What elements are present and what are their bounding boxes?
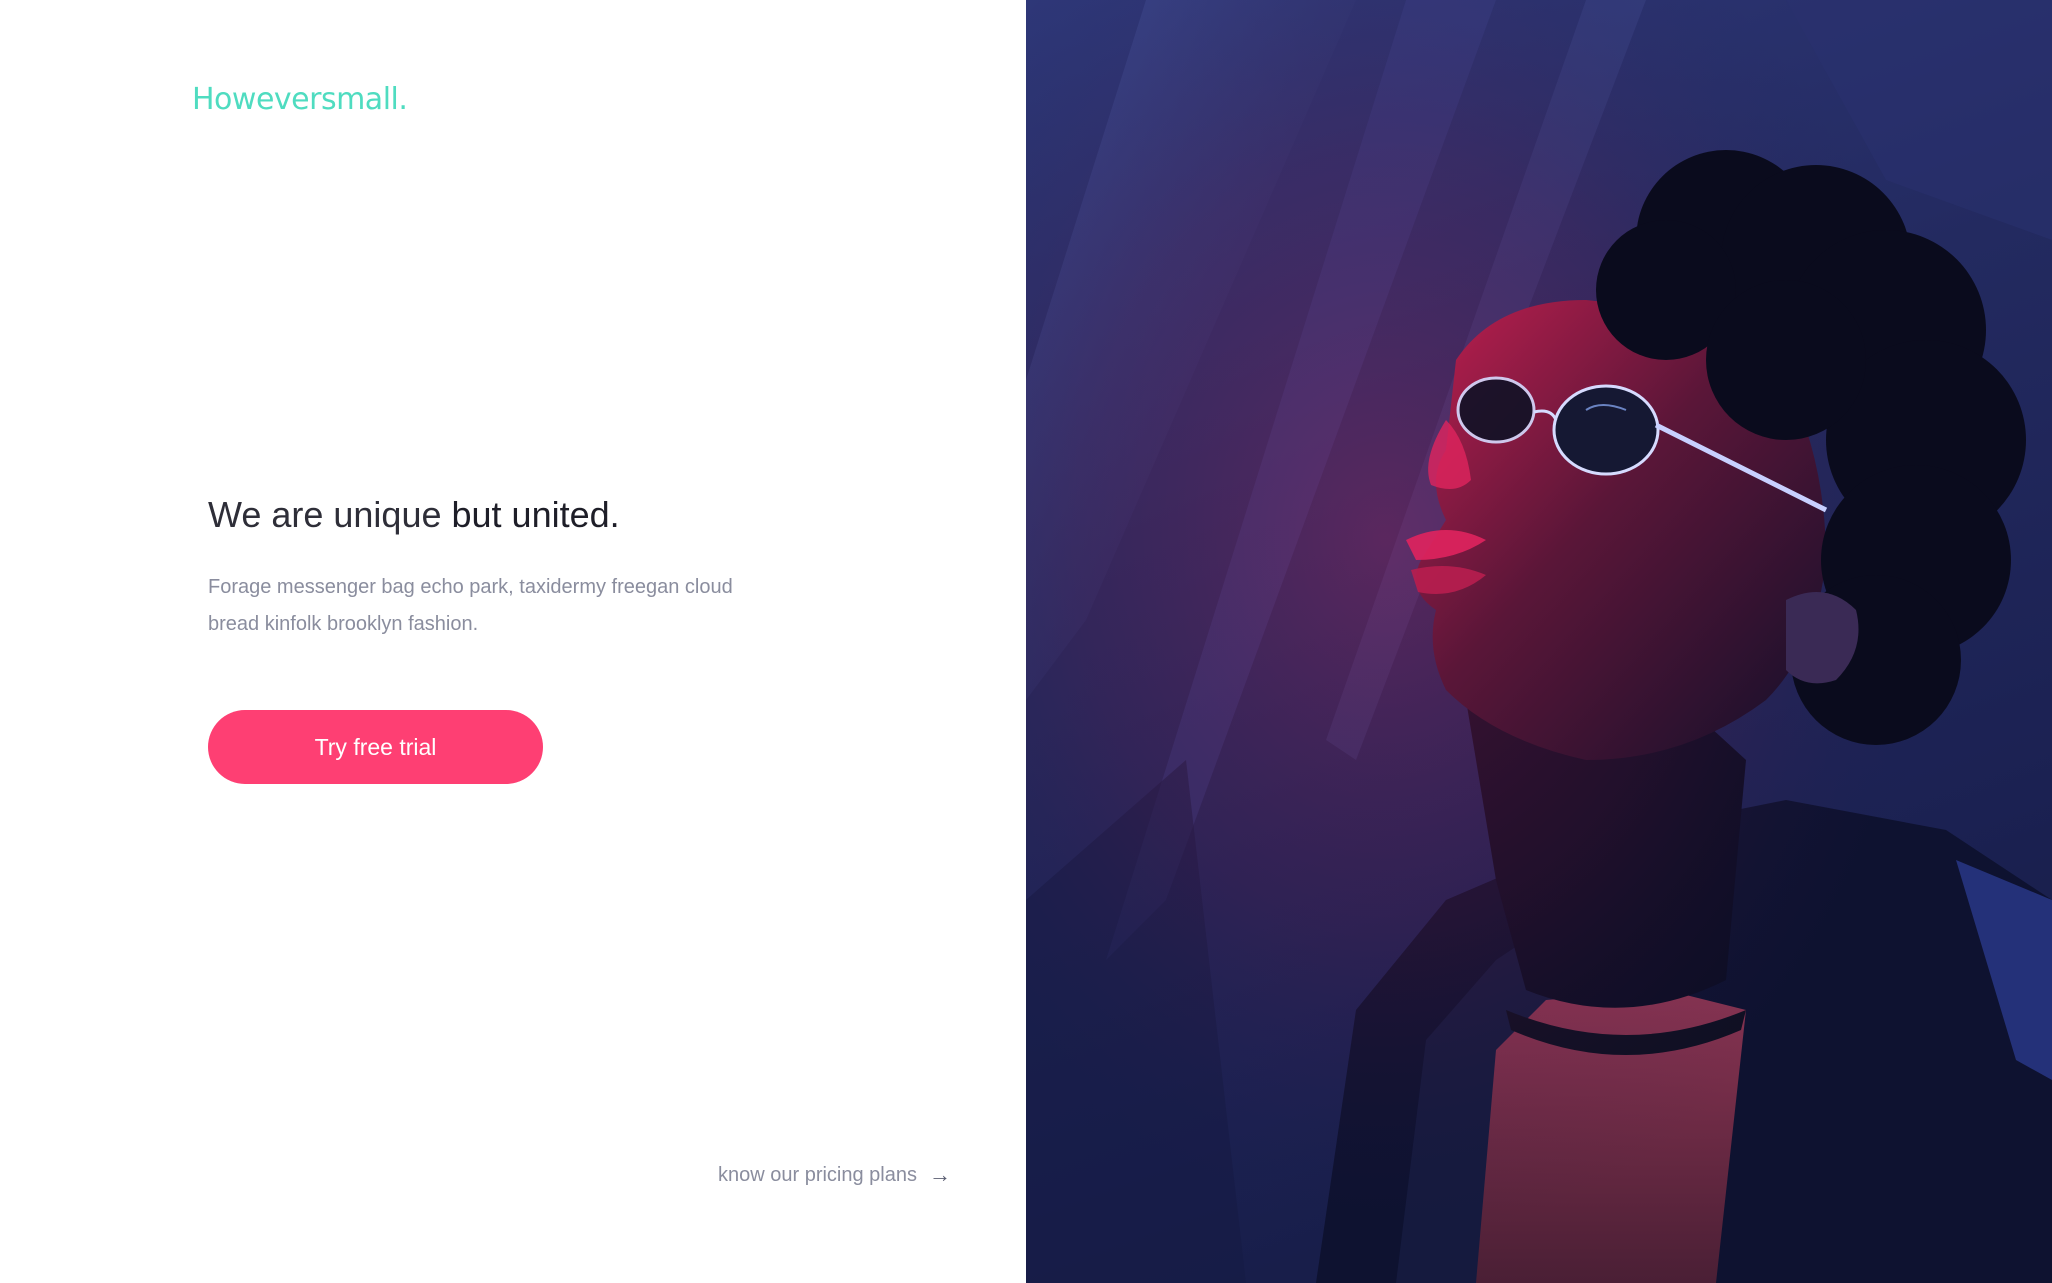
headline-light-text: We are unique xyxy=(208,494,452,535)
pricing-plans-link[interactable]: know our pricing plans → xyxy=(718,1162,951,1188)
pricing-link-label: know our pricing plans xyxy=(718,1163,917,1186)
headline-strong-text: but united. xyxy=(451,494,620,535)
arrow-right-icon: → xyxy=(929,1162,951,1187)
try-free-trial-button[interactable]: Try free trial xyxy=(208,710,543,784)
landing-page: Howeversmall. We are unique but united. … xyxy=(0,0,2052,1283)
portrait-photo xyxy=(1026,0,2052,1283)
hero-headline: We are unique but united. xyxy=(208,494,620,536)
hero-panel: Howeversmall. We are unique but united. … xyxy=(0,0,1026,1283)
portrait-illustration xyxy=(1026,0,2052,1283)
brand-logo[interactable]: Howeversmall. xyxy=(192,82,408,117)
hero-description: Forage messenger bag echo park, taxiderm… xyxy=(208,576,733,635)
